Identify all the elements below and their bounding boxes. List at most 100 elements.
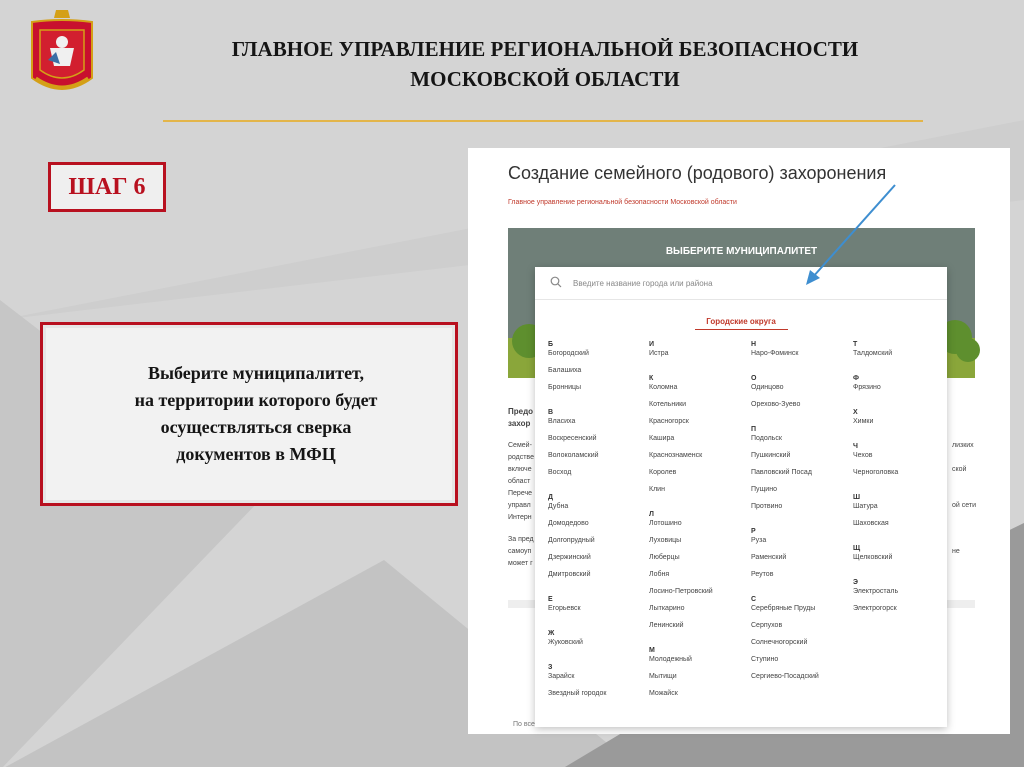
text-fragment: ой сети (952, 502, 977, 509)
municipality-option[interactable]: Чехов (853, 451, 953, 468)
municipality-option[interactable]: Раменский (751, 553, 851, 570)
municipality-option[interactable]: Волоколамский (548, 451, 648, 468)
municipality-option[interactable]: Щелковский (853, 553, 953, 570)
municipality-option[interactable]: Клин (649, 485, 749, 502)
municipality-dropdown: Городские округа ББогородскийБалашихаБро… (535, 267, 947, 727)
municipality-option[interactable]: Черноголовка (853, 468, 953, 485)
municipality-option[interactable]: Лосино-Петровский (649, 587, 749, 604)
municipality-option[interactable]: Кашира (649, 434, 749, 451)
municipality-option[interactable]: Молодежный (649, 655, 749, 672)
group-letter: Е (548, 596, 553, 603)
municipality-option[interactable]: Домодедово (548, 519, 648, 536)
municipality-option[interactable]: Серебряные Пруды (751, 604, 851, 621)
municipality-option[interactable]: Реутов (751, 570, 851, 587)
letter-group: Х Химки (853, 409, 953, 434)
letter-group: Т Талдомский (853, 341, 953, 366)
letter-group: М Молодежный Мытищи Можайск (649, 647, 749, 706)
group-letter: С (751, 596, 757, 603)
step-badge: ШАГ 6 (48, 162, 166, 212)
municipality-option[interactable]: Фрязино (853, 383, 953, 400)
municipality-option[interactable]: Лотошино (649, 519, 749, 536)
instruction-line-2: на территории которого будет (134, 390, 378, 410)
group-letter: Х (853, 409, 858, 416)
municipality-option[interactable]: Лобня (649, 570, 749, 587)
municipality-column: Н Наро-Фоминск О Одинцово Орехово-Зуево П Подо… (751, 341, 851, 689)
form-title: Создание семейного (родового) захоронени… (508, 163, 887, 183)
municipality-option[interactable]: Королев (649, 468, 749, 485)
municipality-option[interactable]: Протвино (751, 502, 851, 519)
text-fragment: не (952, 548, 960, 555)
municipality-option[interactable]: Зарайск (548, 672, 648, 689)
header-divider (163, 120, 923, 122)
section-label-city-districts[interactable]: Городские округа (535, 317, 947, 326)
instruction-line-3: осуществляться сверка (160, 417, 352, 437)
municipality-option[interactable]: Сергиево-Посадский (751, 672, 851, 689)
municipality-option[interactable]: Воскресенский (548, 434, 648, 451)
municipality-option[interactable]: Восход (548, 468, 648, 485)
municipality-option[interactable]: Павловский Посад (751, 468, 851, 485)
municipality-option[interactable]: Мытищи (649, 672, 749, 689)
municipality-option[interactable]: Истра (649, 349, 749, 366)
text-fragment: област (508, 478, 531, 485)
municipality-option[interactable]: Красногорск (649, 417, 749, 434)
municipality-option[interactable]: Власиха (548, 417, 648, 434)
letter-group: Ч Чехов Черноголовка (853, 443, 953, 485)
municipality-option[interactable]: Можайск (649, 689, 749, 706)
municipality-option[interactable]: Подольск (751, 434, 851, 451)
municipality-option[interactable]: Люберцы (649, 553, 749, 570)
pointer-arrow-icon (806, 184, 896, 285)
instruction-line-1: Выберите муниципалитет, (147, 363, 365, 383)
municipality-option[interactable]: Лыткарино (649, 604, 749, 621)
municipality-option[interactable]: Богородский (548, 349, 648, 366)
letter-group: П Подольск Пушкинский Павловский Посад Пущин… (751, 426, 851, 519)
municipality-option[interactable]: Электрогорск (853, 604, 953, 621)
municipality-option[interactable]: Дмитровский (548, 570, 648, 587)
municipality-option[interactable]: Одинцово (751, 383, 851, 400)
text-fragment: включе (508, 466, 532, 473)
municipality-option[interactable]: Шаховская (853, 519, 953, 536)
municipality-option[interactable]: Звездный городок (548, 689, 648, 706)
instruction-line-4: документов в МФЦ (176, 444, 336, 464)
municipality-option[interactable]: Долгопрудный (548, 536, 648, 553)
municipality-option[interactable]: Егорьевск (548, 604, 648, 621)
letter-group: О Одинцово Орехово-Зуево (751, 375, 851, 417)
municipality-option[interactable]: Бронницы (548, 383, 648, 400)
municipality-option[interactable]: Краснознаменск (649, 451, 749, 468)
group-letter: П (751, 426, 757, 433)
municipality-option[interactable]: Балашиха (548, 366, 648, 383)
group-letter: Ч (853, 443, 858, 450)
group-letter: Ф (853, 375, 859, 382)
municipality-option[interactable]: Пущино (751, 485, 851, 502)
municipality-option[interactable]: Серпухов (751, 621, 851, 638)
municipality-option[interactable]: Орехово-Зуево (751, 400, 851, 417)
municipality-option[interactable]: Электросталь (853, 587, 953, 604)
municipality-option[interactable]: Дубна (548, 502, 648, 519)
text-fragment: Предо (508, 407, 534, 416)
text-fragment: ской (952, 466, 967, 473)
municipality-option[interactable]: Коломна (649, 383, 749, 400)
group-letter: Т (853, 341, 858, 348)
municipality-option[interactable]: Наро-Фоминск (751, 349, 851, 366)
municipality-option[interactable]: Котельники (649, 400, 749, 417)
letter-group: Щ Щелковский (853, 545, 953, 570)
municipality-option[interactable]: Луховицы (649, 536, 749, 553)
municipality-option[interactable]: Руза (751, 536, 851, 553)
municipality-option[interactable]: Жуковский (548, 638, 648, 655)
municipality-option[interactable]: Ступино (751, 655, 851, 672)
text-fragment: может г (508, 560, 533, 567)
hero-title: ВЫБЕРИТЕ МУНИЦИПАЛИТЕТ (665, 246, 818, 257)
municipality-option[interactable]: Дзержинский (548, 553, 648, 570)
text-fragment: захор (508, 419, 531, 428)
municipality-option[interactable]: Солнечногорский (751, 638, 851, 655)
municipality-option[interactable]: Талдомский (853, 349, 953, 366)
municipality-option[interactable]: Химки (853, 417, 953, 434)
group-letter: О (751, 375, 757, 382)
municipality-option[interactable]: Ленинский (649, 621, 749, 638)
municipality-option[interactable]: Пушкинский (751, 451, 851, 468)
group-letter: Н (751, 341, 757, 348)
text-fragment: самоуп (508, 548, 532, 555)
letter-group: Ж Жуковский (548, 630, 648, 655)
municipality-column: Т Талдомский Ф Фрязино Х Химки Ч Чехов Черноголо… (853, 341, 953, 621)
group-letter: В (548, 409, 554, 416)
municipality-option[interactable]: Шатура (853, 502, 953, 519)
